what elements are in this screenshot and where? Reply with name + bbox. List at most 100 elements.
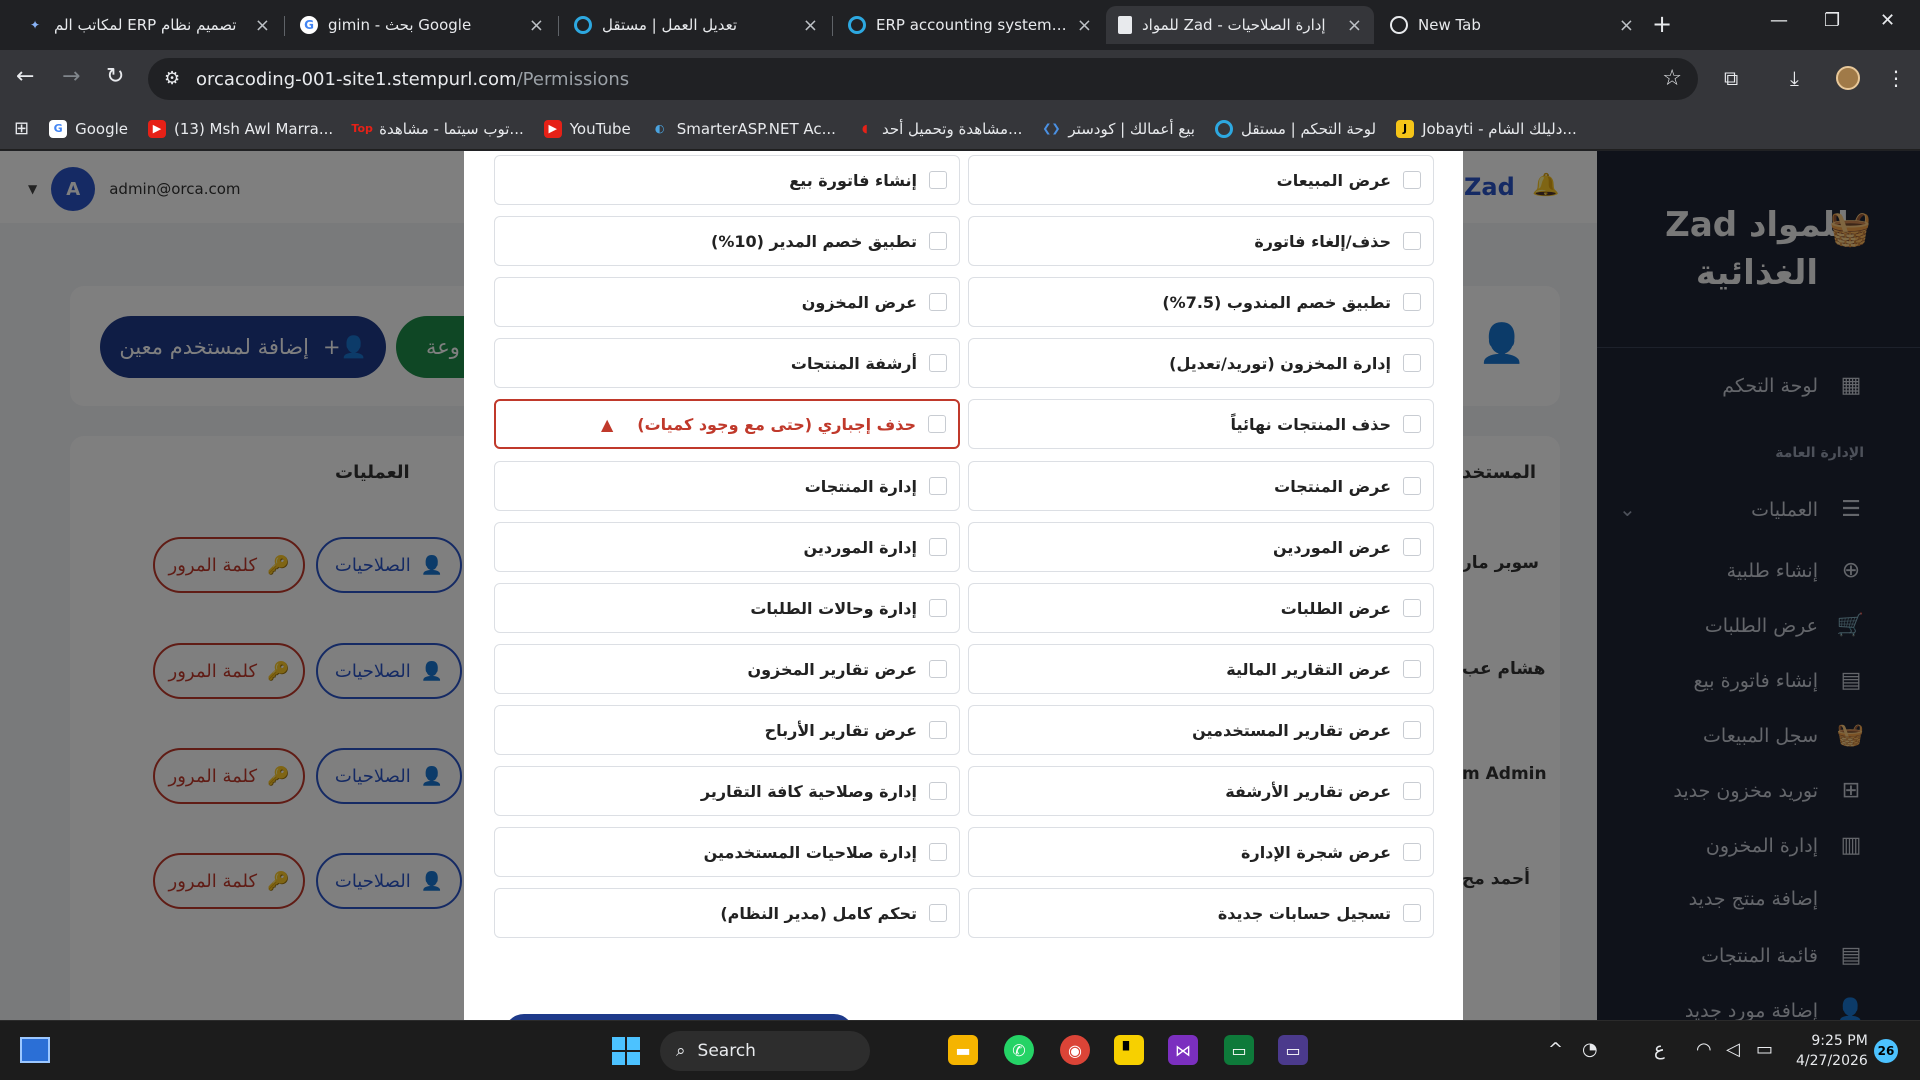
site-info-icon[interactable]: ⚙ (164, 68, 180, 89)
permission-financial-reports[interactable]: عرض التقارير المالية (968, 644, 1434, 694)
checkbox[interactable] (929, 477, 947, 495)
bookmark-watch-download[interactable]: ◖ مشاهدة وتحميل أحد... (856, 120, 1022, 138)
permission-manage-inventory[interactable]: إدارة المخزون (توريد/تعديل) (968, 338, 1434, 388)
language-indicator[interactable]: ع (1654, 1039, 1665, 1060)
apps-grid-icon[interactable]: ⊞ (14, 118, 29, 139)
tray-icon[interactable]: ◔ (1582, 1039, 1598, 1060)
checkbox[interactable] (1403, 721, 1421, 739)
checkbox[interactable] (1403, 782, 1421, 800)
checkbox[interactable] (929, 660, 947, 678)
checkbox[interactable] (929, 538, 947, 556)
forward-icon[interactable]: → (62, 64, 80, 89)
tab-permissions[interactable]: إدارة الصلاحيات - Zad للمواد × (1106, 6, 1374, 44)
back-icon[interactable]: ← (16, 64, 34, 89)
checkbox[interactable] (929, 721, 947, 739)
permission-view-inventory[interactable]: عرض المخزون (494, 277, 960, 327)
checkbox[interactable] (1403, 660, 1421, 678)
close-icon[interactable]: × (255, 15, 270, 36)
whatsapp-icon[interactable]: ✆ (1004, 1035, 1034, 1065)
permission-delete-products[interactable]: حذف المنتجات نهائياً (968, 399, 1434, 449)
clock[interactable]: 9:25 PM 4/27/2026 (1796, 1031, 1868, 1071)
extensions-icon[interactable]: ⧉ (1724, 66, 1738, 90)
permission-admin-tree[interactable]: عرض شجرة الإدارة (968, 827, 1434, 877)
checkbox[interactable] (929, 904, 947, 922)
bookmark-google[interactable]: G Google (49, 119, 128, 138)
volume-icon[interactable]: ◁ (1726, 1039, 1740, 1060)
close-icon[interactable]: × (803, 15, 818, 36)
permission-delete-invoice[interactable]: حذف/إلغاء فاتورة (968, 216, 1434, 266)
permission-view-products[interactable]: عرض المنتجات (968, 461, 1434, 511)
checkbox[interactable] (929, 843, 947, 861)
tab-new-tab[interactable]: New Tab × (1378, 6, 1646, 44)
permission-force-delete[interactable]: حذف إجباري (حتى مع وجود كميات) ▲ (494, 399, 960, 449)
start-icon[interactable] (612, 1037, 640, 1065)
permission-rep-discount[interactable]: تطبيق خصم المندوب (7.5%) (968, 277, 1434, 327)
checkbox[interactable] (1403, 599, 1421, 617)
checkbox[interactable] (929, 293, 947, 311)
permission-view-suppliers[interactable]: عرض الموردين (968, 522, 1434, 572)
notification-badge[interactable]: 26 (1874, 1039, 1898, 1063)
widgets-icon[interactable] (20, 1037, 50, 1063)
checkbox[interactable] (1403, 538, 1421, 556)
address-bar[interactable]: ⚙ orcacoding-001-site1.stempurl.com/Perm… (148, 58, 1698, 100)
permission-all-reports[interactable]: إدارة وصلاحية كافة التقارير (494, 766, 960, 816)
permission-full-control[interactable]: تحكم كامل (مدير النظام) (494, 888, 960, 938)
permission-archive-products[interactable]: أرشفة المنتجات (494, 338, 960, 388)
close-icon[interactable]: × (1347, 15, 1362, 36)
checkbox[interactable] (928, 415, 946, 433)
permission-manage-suppliers[interactable]: إدارة الموردين (494, 522, 960, 572)
profile-avatar[interactable] (1836, 66, 1860, 90)
permission-manager-discount[interactable]: تطبيق خصم المدير (10%) (494, 216, 960, 266)
tab-mostaql-edit[interactable]: تعديل العمل | مستقل × (562, 6, 830, 44)
permission-view-orders[interactable]: عرض الطلبات (968, 583, 1434, 633)
checkbox[interactable] (1403, 354, 1421, 372)
bookmark-star-icon[interactable]: ☆ (1662, 66, 1682, 91)
tab-google-search[interactable]: G gimin - بحث Google × (288, 6, 556, 44)
permission-create-invoice[interactable]: إنشاء فاتورة بيع (494, 155, 960, 205)
permission-inventory-reports[interactable]: عرض تقارير المخزون (494, 644, 960, 694)
app-icon[interactable]: ▭ (1278, 1035, 1308, 1065)
close-icon[interactable]: × (1077, 15, 1092, 36)
permission-user-reports[interactable]: عرض تقارير المستخدمين (968, 705, 1434, 755)
permission-user-permissions[interactable]: إدارة صلاحيات المستخدمين (494, 827, 960, 877)
permission-register-accounts[interactable]: تسجيل حسابات جديدة (968, 888, 1434, 938)
checkbox[interactable] (1403, 232, 1421, 250)
taskbar-search[interactable]: ⌕ Search (660, 1031, 870, 1071)
reload-icon[interactable]: ↻ (106, 64, 124, 89)
checkbox[interactable] (929, 599, 947, 617)
checkbox[interactable] (1403, 477, 1421, 495)
bookmark-top-cinema[interactable]: Top توب سيتما - مشاهدة... (351, 120, 523, 138)
battery-icon[interactable]: ▭ (1756, 1039, 1773, 1060)
checkbox[interactable] (1403, 904, 1421, 922)
terminal-icon[interactable]: ▭ (1224, 1035, 1254, 1065)
checkbox[interactable] (929, 232, 947, 250)
wifi-icon[interactable]: ◠ (1696, 1039, 1712, 1060)
chevron-up-icon[interactable]: ^ (1548, 1039, 1563, 1060)
chrome-icon[interactable]: ◉ (1060, 1035, 1090, 1065)
sticky-notes-icon[interactable]: ▘ (1114, 1035, 1144, 1065)
visual-studio-icon[interactable]: ⋈ (1168, 1035, 1198, 1065)
permission-manage-products[interactable]: إدارة المنتجات (494, 461, 960, 511)
permission-archive-reports[interactable]: عرض تقارير الأرشفة (968, 766, 1434, 816)
checkbox[interactable] (1403, 171, 1421, 189)
checkbox[interactable] (1403, 415, 1421, 433)
tab-erp-design[interactable]: ✦ تصميم نظام ERP لمكاتب الم × (14, 6, 282, 44)
checkbox[interactable] (1403, 843, 1421, 861)
close-icon[interactable]: × (529, 15, 544, 36)
bookmark-jobayti[interactable]: J Jobayti - دليلك الشام... (1396, 119, 1577, 138)
checkbox[interactable] (929, 171, 947, 189)
download-icon[interactable]: ⤓ (1790, 66, 1799, 90)
checkbox[interactable] (929, 782, 947, 800)
close-icon[interactable]: × (1619, 15, 1634, 36)
permission-profit-reports[interactable]: عرض تقارير الأرباح (494, 705, 960, 755)
minimize-icon[interactable]: — (1770, 10, 1788, 31)
bookmark-msh-awl[interactable]: ▶ (13) Msh Awl Marra... (148, 119, 333, 138)
restore-icon[interactable]: ❐ (1824, 10, 1840, 31)
file-explorer-icon[interactable]: ▬ (948, 1035, 978, 1065)
bookmark-youtube[interactable]: ▶ YouTube (543, 119, 631, 138)
permission-view-sales[interactable]: عرض المبيعات (968, 155, 1434, 205)
bookmark-codester[interactable]: ❮❯ بيع أعمالك | كودستر (1042, 120, 1195, 138)
bookmark-mostaql-dashboard[interactable]: لوحة التحكم | مستقل (1214, 119, 1376, 138)
new-tab-button[interactable]: + (1652, 10, 1672, 38)
permission-manage-orders[interactable]: إدارة وحالات الطلبات (494, 583, 960, 633)
